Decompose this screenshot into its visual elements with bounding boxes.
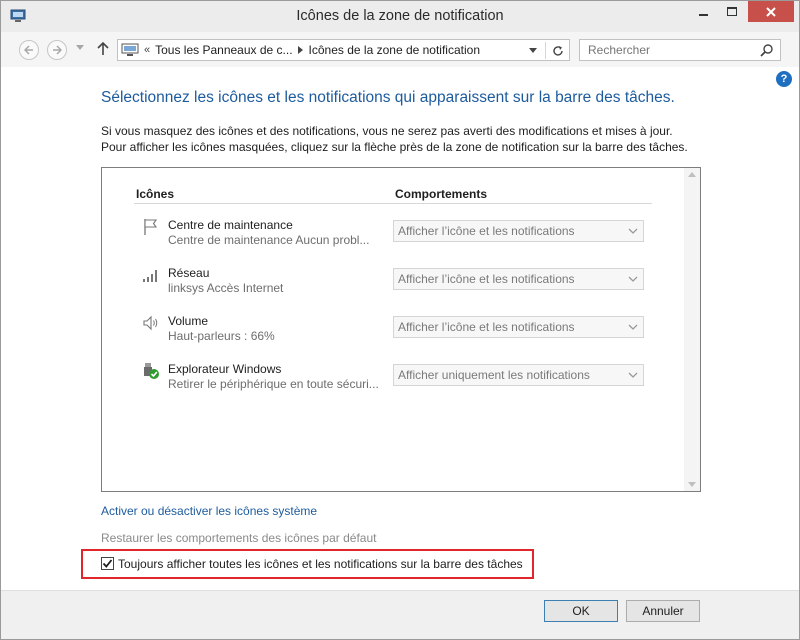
- address-dropdown-button[interactable]: [521, 42, 545, 59]
- behavior-value: Afficher l’icône et les notifications: [398, 224, 575, 238]
- item-detail: linksys Accès Internet: [168, 281, 284, 295]
- list-item-action-center: Centre de maintenance Centre de maintena…: [134, 216, 654, 256]
- window: Icônes de la zone de notification « Tous…: [0, 0, 800, 640]
- arrow-right-icon: [53, 45, 62, 55]
- chevron-right-icon: [297, 46, 303, 54]
- refresh-button[interactable]: [545, 42, 569, 59]
- content-panel: Sélectionnez les icônes et les notificat…: [1, 67, 799, 590]
- back-button[interactable]: [19, 40, 39, 60]
- restore-defaults-link[interactable]: Restaurer les comportements des icônes p…: [101, 531, 376, 545]
- column-header-behaviors: Comportements: [395, 187, 488, 201]
- behavior-select[interactable]: Afficher uniquement les notifications: [393, 364, 644, 386]
- page-heading: Sélectionnez les icônes et les notificat…: [101, 89, 675, 106]
- speaker-icon: [143, 315, 158, 331]
- item-detail: Centre de maintenance Aucun probl...: [168, 233, 370, 247]
- control-panel-icon: [121, 43, 139, 56]
- navigation-bar: « Tous les Panneaux de c... Icônes de la…: [1, 32, 799, 67]
- flag-icon: [144, 219, 158, 235]
- refresh-icon: [552, 45, 563, 56]
- breadcrumb-all-control-panel[interactable]: Tous les Panneaux de c...: [155, 43, 292, 57]
- scroll-down-icon[interactable]: [688, 482, 696, 487]
- item-detail: Haut-parleurs : 66%: [168, 329, 275, 343]
- system-icons-link[interactable]: Activer ou désactiver les icônes système: [101, 504, 317, 518]
- chevron-down-icon: [628, 324, 638, 330]
- column-header-icons: Icônes: [136, 187, 175, 201]
- chevron-down-icon: [628, 228, 638, 234]
- recent-locations-dropdown-icon[interactable]: [76, 45, 84, 51]
- breadcrumb-overflow[interactable]: «: [144, 44, 150, 56]
- arrow-left-icon: [24, 45, 33, 55]
- page-description: Si vous masquez des icônes et des notifi…: [101, 124, 688, 154]
- help-button[interactable]: ?: [776, 71, 792, 87]
- item-name: Volume: [168, 314, 209, 328]
- close-button[interactable]: [748, 1, 794, 22]
- maximize-button[interactable]: [719, 1, 745, 22]
- checkmark-icon: [102, 559, 113, 568]
- notification-icons-list[interactable]: Icônes Comportements Centre de maintenan…: [101, 167, 701, 492]
- item-detail: Retirer le périphérique en toute sécuri.…: [168, 377, 379, 391]
- window-title: Icônes de la zone de notification: [296, 8, 504, 24]
- chevron-down-icon: [628, 276, 638, 282]
- breadcrumb-notification-icons[interactable]: Icônes de la zone de notification: [309, 43, 480, 57]
- behavior-select[interactable]: Afficher l’icône et les notifications: [393, 220, 644, 242]
- behavior-select[interactable]: Afficher l’icône et les notifications: [393, 268, 644, 290]
- chevron-down-icon: [529, 48, 537, 53]
- minimize-icon: [699, 13, 708, 16]
- scroll-up-icon[interactable]: [688, 172, 696, 177]
- item-name: Réseau: [168, 266, 210, 280]
- network-signal-icon: [143, 270, 157, 282]
- address-bar[interactable]: « Tous les Panneaux de c... Icônes de la…: [117, 39, 570, 61]
- usb-safe-remove-icon: [144, 363, 159, 379]
- behavior-value: Afficher l’icône et les notifications: [398, 272, 575, 286]
- item-name: Explorateur Windows: [168, 362, 282, 376]
- list-scrollbar[interactable]: [684, 168, 700, 491]
- search-icon[interactable]: [760, 43, 774, 57]
- behavior-select[interactable]: Afficher l’icône et les notifications: [393, 316, 644, 338]
- title-bar[interactable]: Icônes de la zone de notification: [1, 1, 799, 32]
- list-item-network: Réseau linksys Accès Internet Afficher l…: [134, 264, 654, 304]
- behavior-value: Afficher l’icône et les notifications: [398, 320, 575, 334]
- forward-button[interactable]: [47, 40, 67, 60]
- search-input[interactable]: [580, 40, 750, 60]
- behavior-value: Afficher uniquement les notifications: [398, 368, 590, 382]
- dialog-footer: OK Annuler: [1, 590, 799, 639]
- chevron-down-icon: [628, 372, 638, 378]
- list-item-volume: Volume Haut-parleurs : 66% Afficher l’ic…: [134, 312, 654, 352]
- always-show-label[interactable]: Toujours afficher toutes les icônes et l…: [118, 557, 523, 571]
- item-name: Centre de maintenance: [168, 218, 293, 232]
- search-box[interactable]: [579, 39, 781, 61]
- up-arrow-icon[interactable]: [97, 42, 109, 56]
- always-show-checkbox[interactable]: [101, 557, 114, 570]
- cancel-button[interactable]: Annuler: [626, 600, 700, 622]
- ok-button[interactable]: OK: [544, 600, 618, 622]
- close-icon: [766, 6, 776, 17]
- maximize-icon: [727, 6, 737, 16]
- list-item-windows-explorer: Explorateur Windows Retirer le périphéri…: [134, 360, 654, 400]
- header-divider: [134, 203, 652, 204]
- minimize-button[interactable]: [691, 1, 717, 22]
